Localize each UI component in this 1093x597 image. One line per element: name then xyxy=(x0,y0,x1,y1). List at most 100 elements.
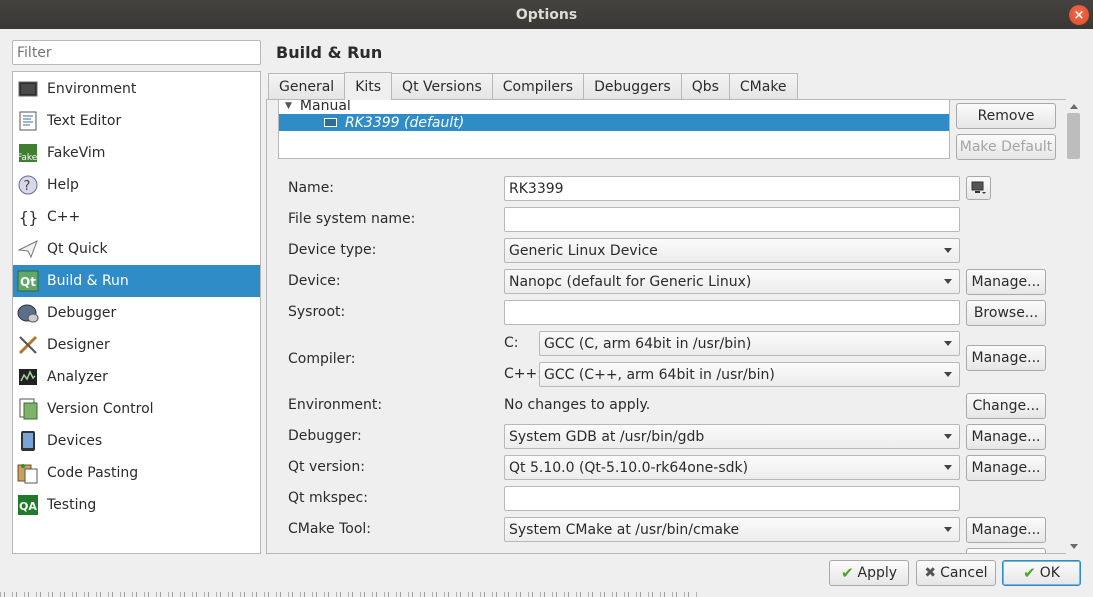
compiler-label: Compiler: xyxy=(288,351,356,367)
cpp-icon: {} xyxy=(17,206,39,228)
compiler-c-select[interactable]: GCC (C, arm 64bit in /usr/bin) xyxy=(539,331,960,356)
fs-name-label: File system name: xyxy=(288,211,416,227)
cmake-tool-label: CMake Tool: xyxy=(288,521,372,537)
sysroot-label: Sysroot: xyxy=(288,304,346,320)
sidebar-item-label: Text Editor xyxy=(47,113,122,129)
qt-mkspec-field[interactable] xyxy=(504,486,960,511)
sidebar-item-designer[interactable]: Designer xyxy=(13,329,260,361)
close-button[interactable]: × xyxy=(1069,5,1089,25)
sidebar-item-label: Analyzer xyxy=(47,369,108,385)
apply-button[interactable]: ✔ Apply xyxy=(829,560,909,586)
scroll-thumb[interactable] xyxy=(1067,113,1080,159)
cmake-tool-manage-button[interactable]: Manage... xyxy=(966,517,1046,543)
sidebar-item-help[interactable]: ? Help xyxy=(13,169,260,201)
scroll-up-icon[interactable] xyxy=(1070,104,1078,109)
chevron-down-icon xyxy=(944,341,952,346)
analyzer-icon xyxy=(17,366,39,388)
collapse-arrow-icon[interactable]: ▼ xyxy=(285,101,292,111)
sidebar-item-devices[interactable]: Devices xyxy=(13,425,260,457)
debugger-label: Debugger: xyxy=(288,428,362,444)
qt-version-label: Qt version: xyxy=(288,459,365,475)
tree-group-label: Manual xyxy=(299,99,351,114)
device-select[interactable]: Nanopc (default for Generic Linux) xyxy=(504,269,960,294)
environment-label: Environment: xyxy=(288,397,383,413)
category-list: Environment Text Editor Fake FakeVim ? H… xyxy=(12,71,261,554)
chevron-down-icon xyxy=(944,527,952,532)
remove-button[interactable]: Remove xyxy=(956,103,1056,129)
sidebar-item-label: Build & Run xyxy=(47,273,129,289)
debugger-select[interactable]: System GDB at /usr/bin/gdb xyxy=(504,424,960,449)
sidebar-item-build-run[interactable]: Qt Build & Run xyxy=(13,265,260,297)
sidebar-item-debugger[interactable]: Debugger xyxy=(13,297,260,329)
sidebar-item-label: Designer xyxy=(47,337,110,353)
fakevim-icon: Fake xyxy=(17,142,39,164)
filter-input[interactable] xyxy=(12,40,261,65)
svg-text:?: ? xyxy=(24,179,31,194)
sysroot-browse-button[interactable]: Browse... xyxy=(966,300,1046,326)
sidebar-item-environment[interactable]: Environment xyxy=(13,73,260,105)
sidebar-item-label: Version Control xyxy=(47,401,154,417)
chevron-down-icon xyxy=(944,248,952,253)
chevron-down-icon xyxy=(944,465,952,470)
kit-tree[interactable]: ▼ Manual RK3399 (default) xyxy=(278,100,950,159)
svg-text:QA: QA xyxy=(19,500,37,513)
cancel-button[interactable]: ✖ Cancel xyxy=(916,560,996,586)
sidebar-item-text-editor[interactable]: Text Editor xyxy=(13,105,260,137)
compiler-cpp-select[interactable]: GCC (C++, arm 64bit in /usr/bin) xyxy=(539,362,960,387)
ok-label: OK xyxy=(1039,565,1060,581)
sidebar-item-label: Environment xyxy=(47,81,137,97)
tree-group-manual[interactable]: ▼ Manual xyxy=(285,99,351,114)
scroll-down-icon[interactable] xyxy=(1070,544,1078,549)
text-editor-icon xyxy=(17,110,39,132)
devices-icon xyxy=(17,430,39,452)
sidebar-item-testing[interactable]: QA Testing xyxy=(13,489,260,521)
tab-bar: General Kits Qt Versions Compilers Debug… xyxy=(268,72,798,100)
tab-qbs[interactable]: Qbs xyxy=(680,73,730,100)
tab-kits[interactable]: Kits xyxy=(344,72,393,100)
device-type-label: Device type: xyxy=(288,242,377,258)
partially-hidden-button[interactable] xyxy=(966,548,1046,553)
sidebar-item-qt-quick[interactable]: Qt Quick xyxy=(13,233,260,265)
sidebar-item-label: Qt Quick xyxy=(47,241,108,257)
debugger-icon xyxy=(17,302,39,324)
device-manage-button[interactable]: Manage... xyxy=(966,269,1046,295)
name-field[interactable]: RK3399 xyxy=(504,176,960,201)
sidebar-item-fakevim[interactable]: Fake FakeVim xyxy=(13,137,260,169)
device-icon-button[interactable] xyxy=(966,176,991,200)
debugger-manage-button[interactable]: Manage... xyxy=(966,424,1046,450)
check-icon: ✔ xyxy=(1023,564,1036,582)
cmake-tool-select[interactable]: System CMake at /usr/bin/cmake xyxy=(504,517,960,542)
cmake-tool-value: System CMake at /usr/bin/cmake xyxy=(509,521,740,538)
compiler-cpp-value: GCC (C++, arm 64bit in /usr/bin) xyxy=(544,366,775,383)
chevron-down-icon xyxy=(944,434,952,439)
fs-name-field[interactable] xyxy=(504,207,960,232)
sidebar-item-label: Devices xyxy=(47,433,103,449)
environment-value: No changes to apply. xyxy=(504,397,651,413)
make-default-button[interactable]: Make Default xyxy=(956,134,1056,160)
environment-change-button[interactable]: Change... xyxy=(966,393,1046,419)
qt-version-manage-button[interactable]: Manage... xyxy=(966,455,1046,481)
tab-cmake[interactable]: CMake xyxy=(728,73,798,100)
close-icon: × xyxy=(1073,7,1085,23)
qt-quick-icon xyxy=(17,238,39,260)
compiler-manage-button[interactable]: Manage... xyxy=(966,345,1046,371)
sidebar-item-analyzer[interactable]: Analyzer xyxy=(13,361,260,393)
sidebar-item-code-pasting[interactable]: Code Pasting xyxy=(13,457,260,489)
tab-debuggers[interactable]: Debuggers xyxy=(583,73,682,100)
tab-compilers[interactable]: Compilers xyxy=(491,73,585,100)
chevron-down-icon xyxy=(944,372,952,377)
sidebar-item-version-control[interactable]: Version Control xyxy=(13,393,260,425)
qt-version-select[interactable]: Qt 5.10.0 (Qt-5.10.0-rk64one-sdk) xyxy=(504,455,960,480)
tab-qt-versions[interactable]: Qt Versions xyxy=(391,73,493,100)
sysroot-field[interactable] xyxy=(504,300,960,325)
device-type-select[interactable]: Generic Linux Device xyxy=(504,238,960,263)
ok-button[interactable]: ✔ OK xyxy=(1002,560,1081,586)
panel-scrollbar[interactable] xyxy=(1066,99,1081,554)
tab-general[interactable]: General xyxy=(268,73,346,100)
render-artifact xyxy=(0,592,700,597)
sidebar-item-cpp[interactable]: {} C++ xyxy=(13,201,260,233)
window-title: Options xyxy=(515,6,578,23)
tree-item-kit[interactable]: RK3399 (default) xyxy=(279,114,949,131)
qt-version-value: Qt 5.10.0 (Qt-5.10.0-rk64one-sdk) xyxy=(509,459,749,476)
title-bar: Options × xyxy=(0,0,1093,29)
